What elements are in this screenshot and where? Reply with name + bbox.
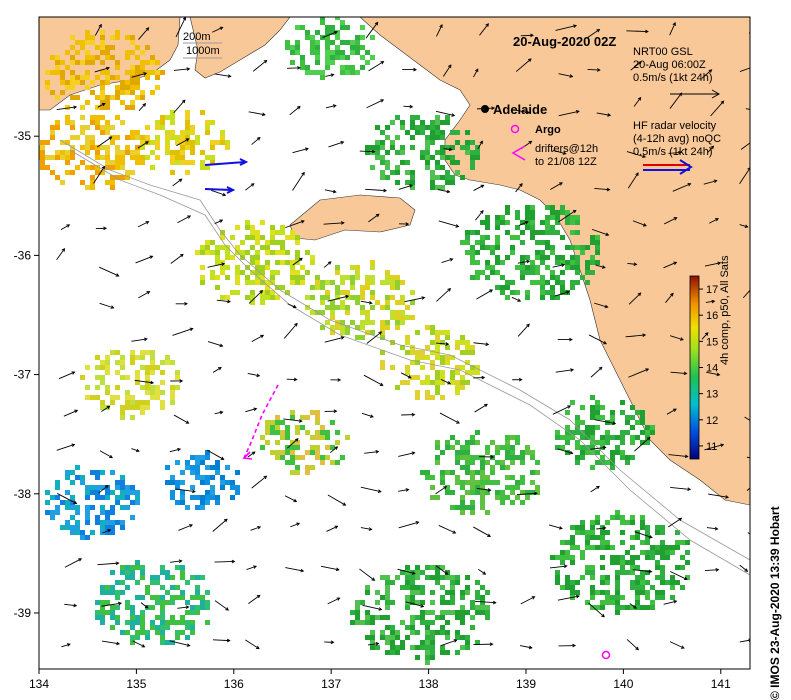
y-tick-label: -36 [14, 248, 32, 262]
isobath-legend-1000m: 1000m [186, 45, 220, 57]
y-tick-label: -38 [14, 487, 32, 501]
x-tick-label: 140 [613, 677, 633, 691]
x-tick-label: 141 [711, 677, 731, 691]
hf-legend-line2: (4-12h avg) noQC [633, 133, 721, 145]
x-tick-label: 139 [516, 677, 536, 691]
x-tick-label: 137 [321, 677, 341, 691]
x-axis: 134 135 136 137 138 139 140 141 [29, 669, 731, 691]
gsl-legend-line2: 20-Aug 06:00Z [633, 59, 706, 71]
y-axis: -35 -36 -37 -38 -39 [14, 129, 39, 620]
x-tick-label: 135 [126, 677, 146, 691]
drifters-label-line2: to 21/08 12Z [535, 156, 597, 168]
colorbar-tick-label: 12 [706, 415, 718, 427]
map-figure: 134 135 136 137 138 139 140 141 -35 -36 -37 -38 -39… [14, 16, 751, 691]
colorbar-tick-label: 16 [706, 310, 718, 322]
map-title: 20-Aug-2020 02Z [513, 34, 616, 49]
adelaide-dot [481, 105, 489, 113]
hf-legend-line1: HF radar velocity [633, 120, 717, 132]
y-tick-label: -35 [14, 129, 32, 143]
gsl-legend-line1: NRT00 GSL [633, 46, 693, 58]
x-tick-label: 134 [29, 677, 49, 691]
colorbar-scale [689, 275, 700, 460]
x-tick-label: 138 [419, 677, 439, 691]
y-tick-label: -37 [14, 368, 32, 382]
drifters-label-line1: drifters@12h [535, 143, 598, 155]
gsl-legend-line3: 0.5m/s (1kt 24h) [633, 72, 712, 84]
colorbar-tick-label: 11 [706, 441, 717, 453]
colorbar-tick-label: 14 [706, 363, 718, 375]
colorbar-tick-label: 13 [706, 389, 718, 401]
argo-label: Argo [535, 124, 561, 136]
isobath-legend-200m: 200m [183, 31, 211, 43]
colorbar-label: 4h comp, p50, All Sats [719, 255, 731, 365]
y-tick-label: -39 [14, 606, 32, 620]
credit-text: © IMOS 23-Aug-2020 13:39 Hobart [768, 506, 782, 700]
x-tick-label: 136 [224, 677, 244, 691]
map-area [39, 17, 750, 669]
city-label: Adelaide [493, 102, 547, 117]
hf-legend-line3: 0.5m/s (1kt 24h) [633, 146, 712, 158]
colorbar-tick-label: 15 [706, 336, 718, 348]
colorbar-tick-label: 17 [706, 284, 718, 296]
